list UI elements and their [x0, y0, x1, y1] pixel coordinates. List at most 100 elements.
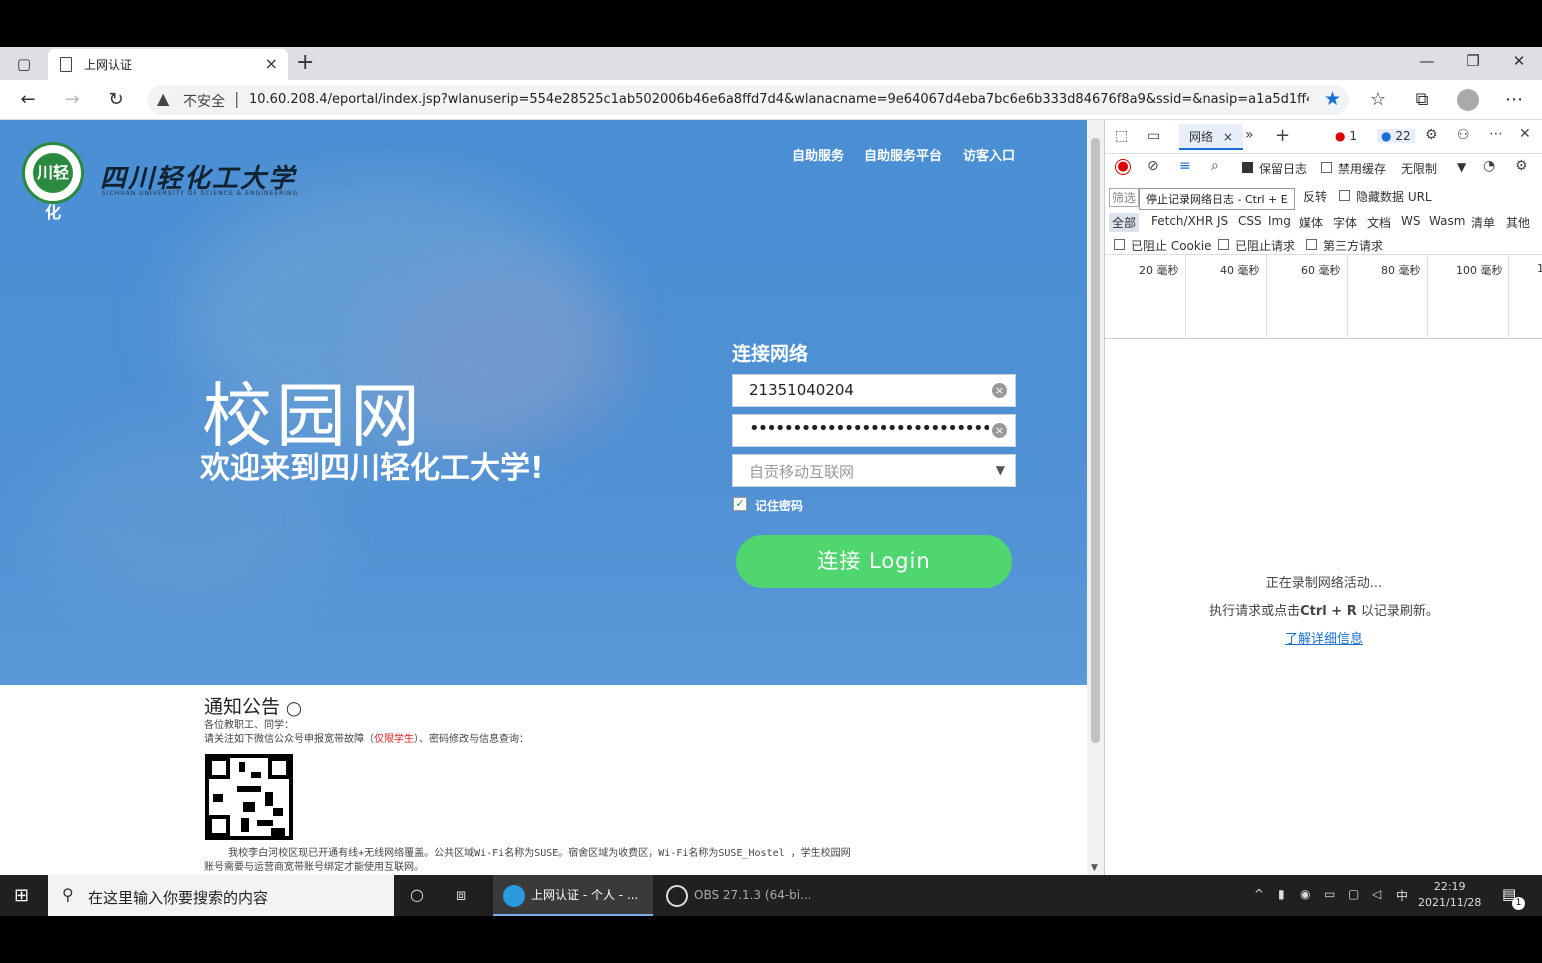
- volume-icon[interactable]: ◁: [1372, 887, 1381, 901]
- tab-close-icon[interactable]: ×: [265, 54, 278, 73]
- disable-cache-label[interactable]: 禁用缓存: [1338, 160, 1386, 177]
- tab-active[interactable]: 上网认证 ×: [48, 49, 288, 80]
- search-icon[interactable]: ⌕: [1211, 158, 1219, 174]
- disable-cache-checkbox[interactable]: [1321, 162, 1332, 173]
- minimize-icon[interactable]: —: [1404, 52, 1450, 70]
- url-text[interactable]: 10.60.208.4/eportal/index.jsp?wlanuserip…: [249, 92, 1309, 107]
- type-filter-manifest[interactable]: 清单: [1471, 214, 1495, 231]
- collections-icon[interactable]: ⧉: [1408, 87, 1436, 113]
- feedback-icon[interactable]: ⚇: [1457, 127, 1470, 143]
- network-conditions-icon[interactable]: ◔: [1483, 158, 1495, 174]
- taskbar-obs-item[interactable]: OBS 27.1.3 (64-bi...: [660, 875, 810, 916]
- filter-icon[interactable]: ≡: [1179, 158, 1191, 174]
- preserve-log-checkbox[interactable]: [1242, 162, 1253, 173]
- favorite-star-icon[interactable]: ★: [1324, 88, 1341, 110]
- third-party-label[interactable]: 第三方请求: [1323, 237, 1383, 254]
- address-bar[interactable]: ▲ 不安全 | 10.60.208.4/eportal/index.jsp?wl…: [147, 85, 1349, 115]
- type-filter-css[interactable]: CSS: [1238, 214, 1262, 228]
- battery-icon[interactable]: ▭: [1324, 887, 1335, 901]
- close-devtools-icon[interactable]: ✕: [1519, 126, 1531, 142]
- taskbar-search-box[interactable]: ⚲ 在这里输入你要搜索的内容: [48, 875, 394, 916]
- chevron-down-icon[interactable]: ▼: [996, 463, 1005, 477]
- more-options-icon[interactable]: ⋯: [1489, 126, 1503, 142]
- security-label[interactable]: 不安全: [183, 91, 225, 111]
- learn-more-link-row: 了解详细信息: [1105, 628, 1542, 647]
- network-icon[interactable]: ▢: [1348, 887, 1359, 901]
- invert-label[interactable]: 反转: [1303, 188, 1327, 205]
- taskbar-edge-item[interactable]: 上网认证 - 个人 - ...: [493, 875, 653, 916]
- task-view-icon[interactable]: ⧈: [456, 885, 466, 905]
- show-hidden-icons-icon[interactable]: ^: [1254, 887, 1264, 901]
- app-tray-icon[interactable]: ◉: [1300, 887, 1310, 901]
- nav-self-service[interactable]: 自助服务: [792, 145, 844, 164]
- back-icon[interactable]: ←: [14, 87, 42, 113]
- error-count[interactable]: ● 1: [1335, 129, 1357, 143]
- blocked-cookies-checkbox[interactable]: [1114, 239, 1125, 250]
- type-filter-wasm[interactable]: Wasm: [1429, 214, 1465, 228]
- hide-data-url-checkbox[interactable]: [1339, 190, 1350, 201]
- page-scrollbar[interactable]: ▼: [1087, 120, 1104, 875]
- type-filter-other[interactable]: 其他: [1506, 214, 1530, 231]
- third-party-checkbox[interactable]: [1306, 239, 1317, 250]
- tab-actions-icon[interactable]: ▢: [8, 53, 40, 75]
- new-tab-icon[interactable]: +: [296, 50, 314, 75]
- add-tab-icon[interactable]: +: [1275, 125, 1290, 146]
- obs-icon: [666, 884, 688, 907]
- clear-password-icon[interactable]: ×: [992, 423, 1007, 438]
- type-filter-all[interactable]: 全部: [1109, 213, 1140, 232]
- scroll-down-icon[interactable]: ▼: [1091, 863, 1098, 873]
- warning-icon[interactable]: ▲: [157, 89, 169, 108]
- cortana-icon[interactable]: ○: [410, 885, 424, 904]
- filter-input[interactable]: 筛选: [1109, 188, 1140, 207]
- password-field[interactable]: ••••••••••••••••••••••••••••••••••••••••…: [732, 414, 1016, 447]
- remember-password-checkbox[interactable]: ✓: [733, 497, 747, 511]
- username-field[interactable]: 21351040204 ×: [732, 374, 1016, 407]
- network-select-value[interactable]: 自贡移动互联网: [749, 461, 854, 482]
- scrollbar-thumb[interactable]: [1091, 138, 1100, 743]
- learn-more-link[interactable]: 了解详细信息: [1285, 632, 1363, 647]
- login-button[interactable]: 连接 Login: [736, 535, 1012, 588]
- password-value[interactable]: ••••••••••••••••••••••••••••••••••••••••…: [749, 418, 989, 439]
- network-settings-icon[interactable]: ⚙: [1515, 158, 1528, 174]
- profile-icon[interactable]: [1454, 87, 1482, 113]
- tab-network[interactable]: 网络 ×: [1179, 124, 1243, 150]
- taskbar-clock[interactable]: 22:19 2021/11/28: [1418, 879, 1481, 911]
- favorites-icon[interactable]: ☆: [1364, 87, 1392, 113]
- blocked-cookies-label[interactable]: 已阻止 Cookie: [1131, 237, 1212, 254]
- forward-icon[interactable]: →: [58, 87, 86, 113]
- restore-icon[interactable]: ❐: [1450, 52, 1496, 70]
- preserve-log-label[interactable]: 保留日志: [1259, 160, 1307, 177]
- blocked-requests-label[interactable]: 已阻止请求: [1235, 237, 1295, 254]
- nav-self-service-platform[interactable]: 自助服务平台: [864, 145, 942, 164]
- inspect-icon[interactable]: ⬚: [1115, 128, 1128, 144]
- type-filter-img[interactable]: Img: [1268, 214, 1291, 228]
- remember-password-label[interactable]: 记住密码: [755, 497, 803, 514]
- more-tabs-icon[interactable]: »: [1245, 127, 1254, 143]
- more-icon[interactable]: ⋯: [1500, 87, 1528, 113]
- throttle-select[interactable]: 无限制: [1401, 160, 1437, 177]
- clear-username-icon[interactable]: ×: [992, 383, 1007, 398]
- close-window-icon[interactable]: ✕: [1496, 52, 1542, 70]
- username-value[interactable]: 21351040204: [749, 381, 854, 399]
- network-select[interactable]: 自贡移动互联网 ▼: [732, 454, 1016, 487]
- type-filter-ws[interactable]: WS: [1401, 214, 1420, 228]
- taskbar-search-placeholder[interactable]: 在这里输入你要搜索的内容: [88, 887, 268, 908]
- clear-icon[interactable]: ⊘: [1147, 158, 1159, 174]
- windows-start-icon[interactable]: ⊞: [14, 885, 29, 906]
- blocked-requests-checkbox[interactable]: [1218, 239, 1229, 250]
- type-filter-font[interactable]: 字体: [1333, 214, 1357, 231]
- hide-data-url-label[interactable]: 隐藏数据 URL: [1356, 188, 1432, 205]
- nav-visitor-entry[interactable]: 访客入口: [963, 145, 1015, 164]
- ime-indicator[interactable]: 中: [1396, 887, 1408, 904]
- type-filter-js[interactable]: JS: [1217, 214, 1228, 228]
- message-count[interactable]: ● 22: [1377, 129, 1415, 143]
- device-toggle-icon[interactable]: ▭: [1147, 128, 1160, 144]
- throttle-chevron-icon[interactable]: ▼: [1457, 160, 1466, 174]
- type-filter-media[interactable]: 媒体: [1299, 214, 1323, 231]
- type-filter-doc[interactable]: 文档: [1367, 214, 1391, 231]
- record-stop-icon[interactable]: ●: [1115, 159, 1131, 175]
- refresh-icon[interactable]: ↻: [102, 87, 130, 113]
- microphone-icon[interactable]: ▮: [1278, 887, 1285, 901]
- settings-icon[interactable]: ⚙: [1425, 127, 1438, 143]
- type-filter-fetch[interactable]: Fetch/XHR: [1151, 214, 1213, 228]
